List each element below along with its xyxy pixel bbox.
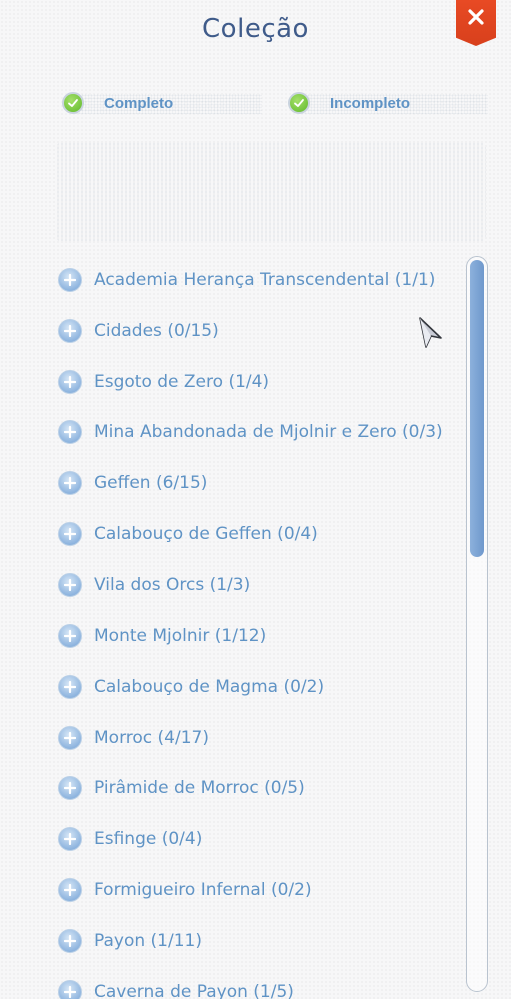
list-item-label: Formigueiro Infernal (0/2) <box>94 880 312 900</box>
collection-panel: Coleção Completo Incompleto Academia Her… <box>0 0 511 999</box>
expand-plus-icon[interactable] <box>58 878 82 902</box>
check-icon[interactable] <box>62 92 84 114</box>
list-item-label: Esgoto de Zero (1/4) <box>94 372 270 392</box>
list-item[interactable]: Vila dos Orcs (1/3) <box>58 570 250 600</box>
list-item-label: Cidades (0/15) <box>94 321 219 341</box>
list-item-label: Payon (1/11) <box>94 931 202 951</box>
expand-plus-icon[interactable] <box>58 268 82 292</box>
panel-title: Coleção <box>202 14 309 44</box>
list-item[interactable]: Monte Mjolnir (1/12) <box>58 621 266 651</box>
expand-plus-icon[interactable] <box>58 420 82 444</box>
filter-incomplete[interactable]: Incompleto <box>288 90 410 116</box>
expand-plus-icon[interactable] <box>58 319 82 343</box>
expand-plus-icon[interactable] <box>58 827 82 851</box>
expand-plus-icon[interactable] <box>58 980 82 999</box>
expand-plus-icon[interactable] <box>58 624 82 648</box>
list-item-label: Caverna de Payon (1/5) <box>94 982 294 999</box>
mouse-cursor-icon <box>419 317 442 348</box>
list-item-label: Mina Abandonada de Mjolnir e Zero (0/3) <box>94 422 443 442</box>
list-item-label: Calabouço de Magma (0/2) <box>94 677 325 697</box>
list-item[interactable]: Geffen (6/15) <box>58 468 207 498</box>
list-item[interactable]: Academia Herança Transcendental (1/1) <box>58 265 435 295</box>
list-item-label: Calabouço de Geffen (0/4) <box>94 524 318 544</box>
filter-incomplete-label: Incompleto <box>330 94 411 112</box>
list-item[interactable]: Morroc (4/17) <box>58 723 209 753</box>
list-item[interactable]: Caverna de Payon (1/5) <box>58 977 294 999</box>
expand-plus-icon[interactable] <box>58 370 82 394</box>
list-item-label: Morroc (4/17) <box>94 728 209 748</box>
list-item[interactable]: Payon (1/11) <box>58 926 202 956</box>
filter-bar: Completo Incompleto <box>62 90 492 116</box>
list-item-label: Pirâmide de Morroc (0/5) <box>94 778 305 798</box>
expand-plus-icon[interactable] <box>58 573 82 597</box>
scrollbar-track[interactable] <box>466 256 488 992</box>
check-icon[interactable] <box>288 92 310 114</box>
list-item-label: Esfinge (0/4) <box>94 829 203 849</box>
filter-complete-label: Completo <box>104 94 174 112</box>
list-item[interactable]: Cidades (0/15) <box>58 316 219 346</box>
expand-plus-icon[interactable] <box>58 522 82 546</box>
list-item-label: Monte Mjolnir (1/12) <box>94 626 267 646</box>
list-item[interactable]: Pirâmide de Morroc (0/5) <box>58 773 305 803</box>
collection-list: Academia Herança Transcendental (1/1) Ci… <box>58 254 458 999</box>
expand-plus-icon[interactable] <box>58 929 82 953</box>
list-item-label: Academia Herança Transcendental (1/1) <box>94 270 436 290</box>
expand-plus-icon[interactable] <box>58 471 82 495</box>
list-item[interactable]: Calabouço de Geffen (0/4) <box>58 519 318 549</box>
close-button[interactable] <box>456 0 496 46</box>
expand-plus-icon[interactable] <box>58 776 82 800</box>
list-item[interactable]: Mina Abandonada de Mjolnir e Zero (0/3) <box>58 417 443 447</box>
list-item-label: Geffen (6/15) <box>94 473 208 493</box>
list-item[interactable]: Formigueiro Infernal (0/2) <box>58 875 312 905</box>
list-item[interactable]: Esgoto de Zero (1/4) <box>58 367 269 397</box>
list-item-label: Vila dos Orcs (1/3) <box>94 575 251 595</box>
preview-area <box>56 142 486 242</box>
expand-plus-icon[interactable] <box>58 675 82 699</box>
list-item[interactable]: Calabouço de Magma (0/2) <box>58 672 324 702</box>
close-icon <box>468 9 484 25</box>
filter-complete[interactable]: Completo <box>62 90 173 116</box>
expand-plus-icon[interactable] <box>58 726 82 750</box>
scrollbar-thumb[interactable] <box>470 260 484 557</box>
list-item[interactable]: Esfinge (0/4) <box>58 824 202 854</box>
